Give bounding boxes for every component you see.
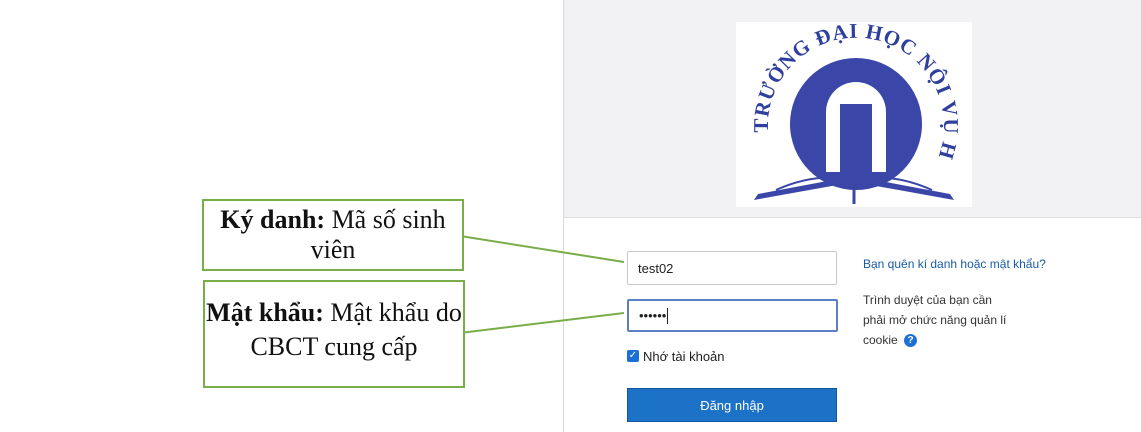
annotation-term: Mật khẩu:: [206, 298, 324, 327]
forgot-password-link[interactable]: Bạn quên kí danh hoặc mật khẩu?: [863, 257, 1046, 271]
annotation-term: Ký danh:: [220, 205, 326, 234]
annotation-desc: Mã số sinh viên: [310, 205, 446, 264]
remember-checkbox[interactable]: ✓: [627, 350, 639, 362]
username-input[interactable]: test02: [627, 251, 837, 285]
logo-emblem-icon: TRƯỜNG ĐẠI HỌC NỘI VỤ HÀ NỘI: [727, 3, 962, 204]
login-button[interactable]: Đăng nhập: [627, 388, 837, 422]
password-value: ••••••: [639, 308, 667, 323]
remember-label: Nhớ tài khoản: [643, 348, 725, 364]
remember-me[interactable]: ✓ Nhớ tài khoản: [627, 347, 725, 365]
login-header: TRƯỜNG ĐẠI HỌC NỘI VỤ HÀ NỘI: [564, 0, 1141, 218]
university-logo: TRƯỜNG ĐẠI HỌC NỘI VỤ HÀ NỘI: [727, 3, 972, 207]
annotation-password: Mật khẩu: Mật khẩu do CBCT cung cấp: [203, 280, 465, 388]
question-circle-icon[interactable]: ?: [904, 334, 918, 348]
login-panel: TRƯỜNG ĐẠI HỌC NỘI VỤ HÀ NỘI test02 ••••…: [563, 0, 1141, 432]
username-value: test02: [638, 260, 674, 276]
cookie-notice-text: Trình duyệt của bạn cần phải mở chức năn…: [863, 293, 1007, 347]
password-input[interactable]: ••••••: [627, 299, 838, 332]
annotation-username: Ký danh: Mã số sinh viên: [202, 199, 464, 271]
cookie-notice: Trình duyệt của bạn cần phải mở chức năn…: [863, 290, 1013, 350]
text-caret: [667, 307, 669, 324]
